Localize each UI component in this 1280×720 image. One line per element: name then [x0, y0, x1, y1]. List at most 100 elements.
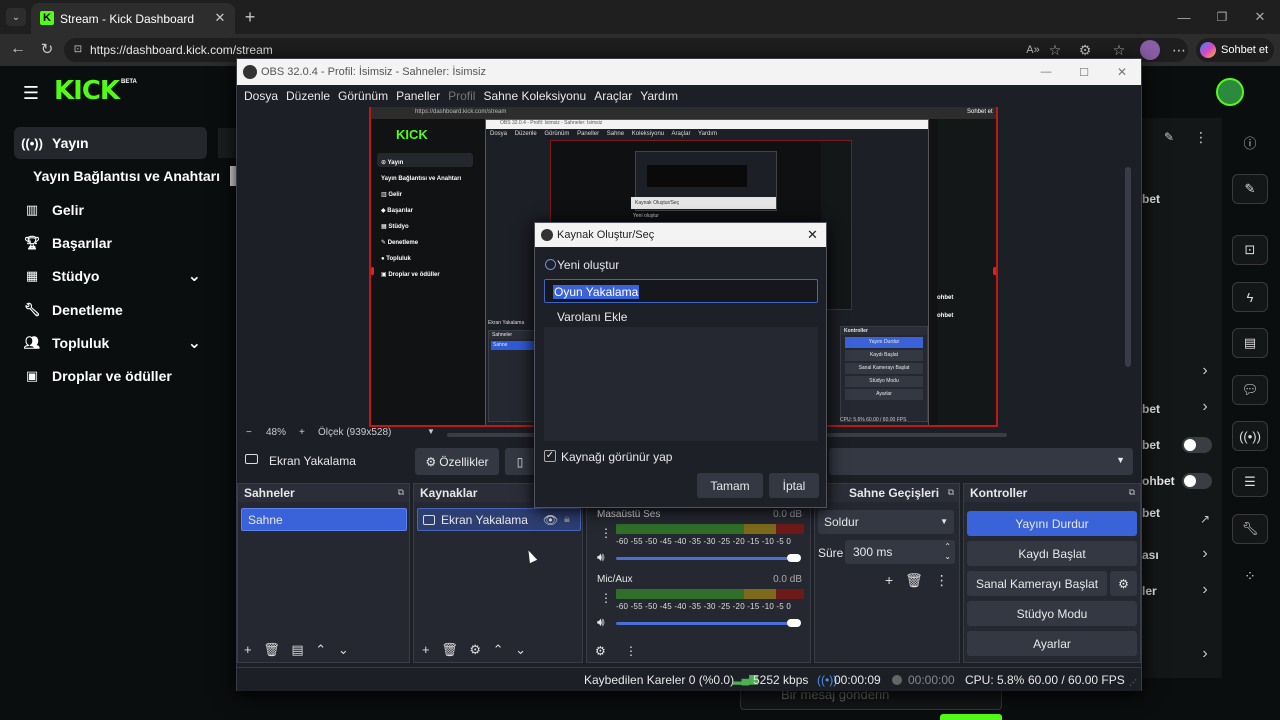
broadcast-button[interactable]: ((•)) — [1232, 421, 1268, 451]
menu-duzenle[interactable]: Düzenle — [286, 89, 330, 103]
start-recording-button[interactable]: Kaydı Başlat — [967, 541, 1137, 566]
menu-paneller[interactable]: Paneller — [396, 89, 440, 103]
close-window-icon[interactable]: ✕ — [1250, 7, 1270, 27]
transition-select[interactable]: Soldur ▼ — [818, 510, 954, 534]
nav-item-yayin[interactable]: ((•)) Yayın — [14, 127, 207, 159]
trash-icon[interactable]: 🗑︎ — [263, 642, 280, 657]
scene-item[interactable]: Sahne — [241, 508, 407, 531]
spin-arrows-icon[interactable]: ⌃ ⌄ — [944, 542, 951, 562]
filter-icon[interactable]: ▤ — [291, 642, 303, 657]
nav-item-gelir[interactable]: ▥ Gelir — [14, 194, 207, 226]
kebab-icon[interactable]: ⋮ — [1192, 128, 1210, 146]
back-icon[interactable]: ← — [8, 39, 28, 59]
maximize-icon[interactable]: ❐ — [1212, 7, 1232, 27]
menu-sahne-koleksiyonu[interactable]: Sahne Koleksiyonu — [483, 89, 586, 103]
source-item[interactable]: Ekran Yakalama 👁︎ 🔒︎ — [417, 508, 581, 531]
toggle-switch[interactable] — [1182, 473, 1212, 489]
info-icon[interactable]: ⓘ — [1240, 132, 1260, 152]
chat-button[interactable]: 💬︎ — [1232, 375, 1268, 405]
toggle-switch[interactable] — [1182, 437, 1212, 453]
speaker-icon[interactable]: 🔊︎ — [597, 615, 605, 630]
user-avatar[interactable] — [1216, 78, 1244, 106]
kebab-icon[interactable]: ⋮ — [600, 526, 612, 540]
undock-icon[interactable]: ⧉ — [398, 487, 404, 498]
volume-slider[interactable] — [616, 622, 796, 625]
menu-gorunum[interactable]: Görünüm — [338, 89, 388, 103]
copilot-button[interactable]: Sohbet et — [1196, 38, 1274, 62]
nav-item-stream-key[interactable]: Yayın Bağlantısı ve Anahtarı — [0, 160, 236, 192]
more-menu-icon[interactable]: ⋯ — [1170, 41, 1188, 59]
clip-button[interactable]: ⊡ — [1232, 235, 1268, 265]
move-up-icon[interactable]: ⌃ — [315, 642, 326, 657]
close-tab-icon[interactable]: ✕ — [211, 9, 229, 27]
add-icon[interactable]: + — [422, 642, 430, 657]
gear-icon[interactable]: ⚙ — [469, 642, 481, 657]
zoom-out-icon[interactable]: − — [246, 427, 252, 438]
nav-item-basarilar[interactable]: 🏆︎ Başarılar — [14, 227, 207, 259]
undock-icon[interactable]: ⧉ — [948, 487, 954, 498]
move-down-icon[interactable]: ⌄ — [515, 642, 526, 657]
read-aloud-icon[interactable]: A» — [1024, 41, 1042, 59]
browser-tab[interactable]: K Stream - Kick Dashboard ✕ — [31, 3, 235, 34]
existing-sources-list[interactable] — [544, 327, 818, 441]
nav-item-topluluk[interactable]: 👥︎ Topluluk ⌄ — [14, 327, 207, 359]
kebab-icon[interactable]: ⋮ — [600, 591, 612, 605]
stop-stream-button[interactable]: Yayını Durdur — [967, 511, 1137, 536]
reload-icon[interactable]: ↻ — [37, 39, 57, 59]
maximize-icon[interactable]: ☐ — [1075, 63, 1093, 81]
apps-icon[interactable]: ⁘ — [1240, 566, 1260, 586]
move-down-icon[interactable]: ⌄ — [338, 642, 349, 657]
kebab-icon[interactable]: ⋮ — [625, 644, 637, 658]
edit-stream-button[interactable]: ✎ — [1232, 174, 1268, 204]
edit-icon[interactable]: ✎ — [1160, 128, 1178, 146]
notes-button[interactable]: ▤ — [1232, 328, 1268, 358]
site-info-icon[interactable]: ⊡ — [70, 41, 86, 57]
move-up-icon[interactable]: ⌃ — [493, 642, 504, 657]
trash-icon[interactable]: 🗑︎ — [905, 572, 923, 588]
studio-mode-button[interactable]: Stüdyo Modu — [967, 601, 1137, 626]
external-link-icon[interactable]: ↗ — [1196, 510, 1214, 528]
start-virtual-camera-button[interactable]: Sanal Kamerayı Başlat — [967, 571, 1107, 596]
source-select[interactable]: ▼ — [829, 448, 1133, 475]
virtual-camera-settings-button[interactable]: ⚙ — [1110, 571, 1137, 596]
menu-profil[interactable]: Profil — [448, 89, 475, 103]
add-existing-label[interactable]: Varolanı Ekle — [557, 310, 627, 324]
ok-button[interactable]: Tamam — [697, 473, 763, 498]
make-visible-checkbox[interactable]: ✓ — [544, 450, 556, 462]
chevron-right-icon[interactable]: › — [1196, 645, 1214, 663]
menu-yardim[interactable]: Yardım — [640, 89, 678, 103]
layout-button[interactable]: ☰ — [1232, 467, 1268, 497]
source-name-input[interactable]: Oyun Yakalama — [544, 279, 818, 303]
kick-logo[interactable]: KICK — [54, 76, 120, 106]
chevron-right-icon[interactable]: › — [1196, 581, 1214, 599]
send-button[interactable] — [940, 714, 1002, 720]
zoom-dropdown-icon[interactable]: ▼ — [427, 427, 435, 436]
duration-spinbox[interactable]: 300 ms ⌃ ⌄ — [845, 540, 955, 564]
resize-grip-icon[interactable]: ⋰ — [1129, 678, 1137, 687]
volume-slider-knob[interactable] — [787, 619, 801, 627]
raid-button[interactable]: ϟ — [1232, 282, 1268, 312]
volume-slider[interactable] — [616, 557, 796, 560]
tab-list-icon[interactable]: ⌄ — [6, 8, 26, 26]
tools-button[interactable]: 🔧︎ — [1232, 514, 1268, 544]
settings-button[interactable]: Ayarlar — [967, 631, 1137, 656]
close-icon[interactable]: ✕ — [1113, 63, 1131, 81]
filters-button[interactable]: ▯ — [505, 448, 535, 475]
properties-button[interactable]: ⚙ Özellikler — [415, 448, 499, 475]
speaker-icon[interactable]: 🔊︎ — [597, 550, 605, 565]
profile-avatar[interactable] — [1140, 40, 1160, 60]
nav-item-denetleme[interactable]: 🔧︎ Denetleme — [14, 294, 207, 326]
lock-icon[interactable]: 🔒︎ — [564, 513, 570, 526]
undock-icon[interactable]: ⧉ — [1129, 487, 1135, 498]
visibility-eye-icon[interactable]: 👁︎ — [543, 513, 558, 527]
minimize-icon[interactable]: — — [1037, 63, 1055, 81]
add-icon[interactable]: + — [885, 572, 893, 588]
create-new-radio[interactable] — [545, 259, 556, 270]
zoom-in-icon[interactable]: + — [299, 427, 305, 438]
nav-item-droplar[interactable]: ▣ Droplar ve ödüller — [14, 360, 207, 392]
favorite-icon[interactable]: ☆ — [1046, 41, 1064, 59]
chevron-right-icon[interactable]: › — [1196, 545, 1214, 563]
close-icon[interactable]: ✕ — [807, 227, 818, 243]
cancel-button[interactable]: İptal — [769, 473, 819, 498]
chevron-right-icon[interactable]: › — [1196, 398, 1214, 416]
